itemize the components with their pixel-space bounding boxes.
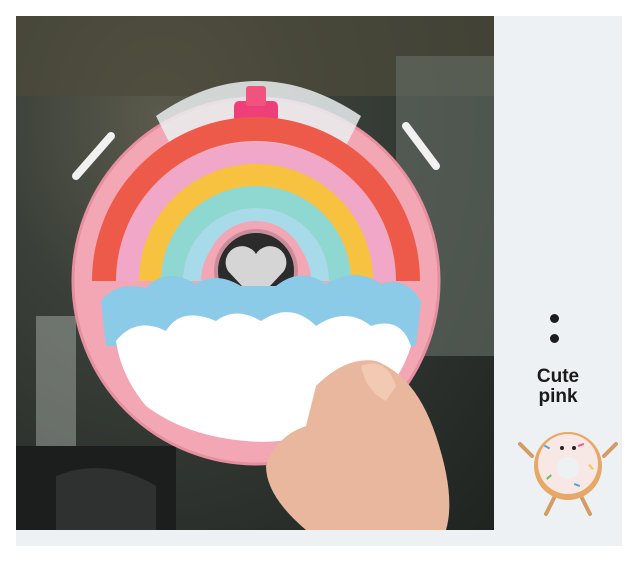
- bottom-strip: [16, 530, 622, 546]
- bullet-dot: [550, 334, 559, 343]
- color-label-line1: Cute: [536, 366, 580, 387]
- product-card: Cute pink: [16, 16, 622, 546]
- donut-mascot-icon: [518, 432, 618, 516]
- side-panel: Cute pink: [494, 16, 622, 530]
- bullet-dot: [550, 314, 559, 323]
- color-label-line2: pink: [538, 386, 578, 407]
- rainbow-donut-bottle-illustration: [16, 16, 494, 530]
- product-photo: [16, 16, 494, 530]
